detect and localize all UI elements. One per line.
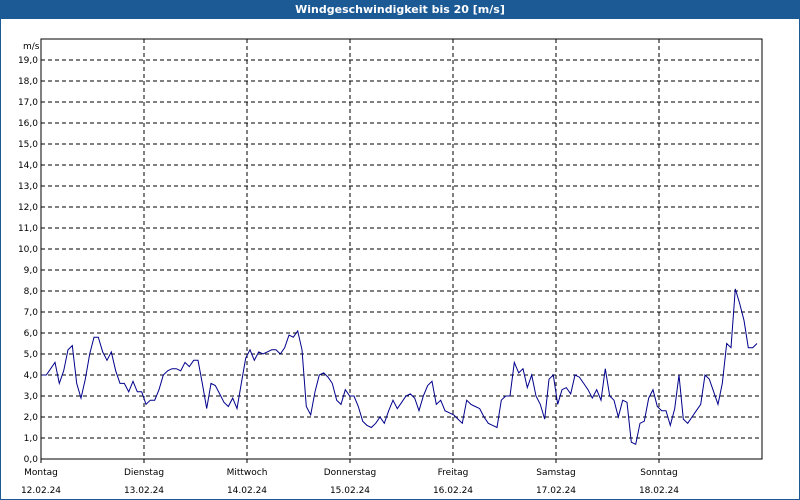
y-tick-label: 19,0 bbox=[18, 56, 38, 66]
y-tick-label: 3,0 bbox=[24, 392, 39, 402]
x-tick-date-label: 14.02.24 bbox=[227, 486, 267, 496]
y-tick-label: 10,0 bbox=[18, 245, 38, 255]
x-tick-day-label: Freitag bbox=[438, 468, 469, 478]
y-tick-label: 4,0 bbox=[24, 371, 39, 381]
x-tick-day-label: Sonntag bbox=[640, 468, 677, 478]
y-tick-label: 2,0 bbox=[24, 413, 39, 423]
y-tick-label: 16,0 bbox=[18, 119, 38, 129]
chart-window: Windgeschwindigkeit bis 20 [m/s] m/s 0,0… bbox=[0, 0, 800, 500]
x-tick-date-label: 16.02.24 bbox=[433, 486, 473, 496]
x-axis-ticks: Montag 12.02.24 Dienstag 13.02.24 Mittwoch 14… bbox=[21, 459, 679, 496]
y-tick-label: 1,0 bbox=[24, 434, 39, 444]
y-tick-label: 11,0 bbox=[18, 224, 38, 234]
chart-title: Windgeschwindigkeit bis 20 [m/s] bbox=[1, 1, 799, 19]
y-tick-label: 14,0 bbox=[18, 161, 38, 171]
y-axis-ticks: 0,0 1,0 2,0 3,0 4,0 5,0 6,0 7,0 8,0 9,0 10,0 11,0 12… bbox=[18, 56, 38, 465]
y-tick-label: 17,0 bbox=[18, 98, 38, 108]
y-tick-label: 5,0 bbox=[24, 350, 39, 360]
y-tick-label: 6,0 bbox=[24, 329, 39, 339]
x-tick-date-label: 15.02.24 bbox=[330, 486, 370, 496]
y-tick-label: 15,0 bbox=[18, 140, 38, 150]
x-tick-date-label: 17.02.24 bbox=[536, 486, 576, 496]
x-tick-date-label: 18.02.24 bbox=[639, 486, 679, 496]
wind-speed-chart: m/s 0,0 1,0 2,0 3,0 4,0 5,0 6,0 7,0 8,0 9,0 10,0 11… bbox=[18, 38, 763, 496]
y-tick-label: 7,0 bbox=[24, 308, 39, 318]
x-tick-day-label: Montag bbox=[24, 468, 58, 478]
y-tick-label: 0,0 bbox=[24, 455, 39, 465]
y-tick-label: 12,0 bbox=[18, 203, 38, 213]
x-tick-day-label: Donnerstag bbox=[324, 468, 377, 478]
x-tick-day-label: Samstag bbox=[536, 468, 575, 478]
grid bbox=[41, 39, 762, 459]
y-tick-label: 13,0 bbox=[18, 182, 38, 192]
x-tick-day-label: Dienstag bbox=[124, 468, 164, 478]
y-tick-label: 9,0 bbox=[24, 266, 39, 276]
y-axis-unit-label: m/s bbox=[23, 42, 40, 52]
x-tick-date-label: 12.02.24 bbox=[21, 486, 61, 496]
y-tick-label: 8,0 bbox=[24, 287, 39, 297]
x-tick-date-label: 13.02.24 bbox=[124, 486, 164, 496]
y-tick-label: 18,0 bbox=[18, 77, 38, 87]
x-tick-day-label: Mittwoch bbox=[227, 468, 268, 478]
